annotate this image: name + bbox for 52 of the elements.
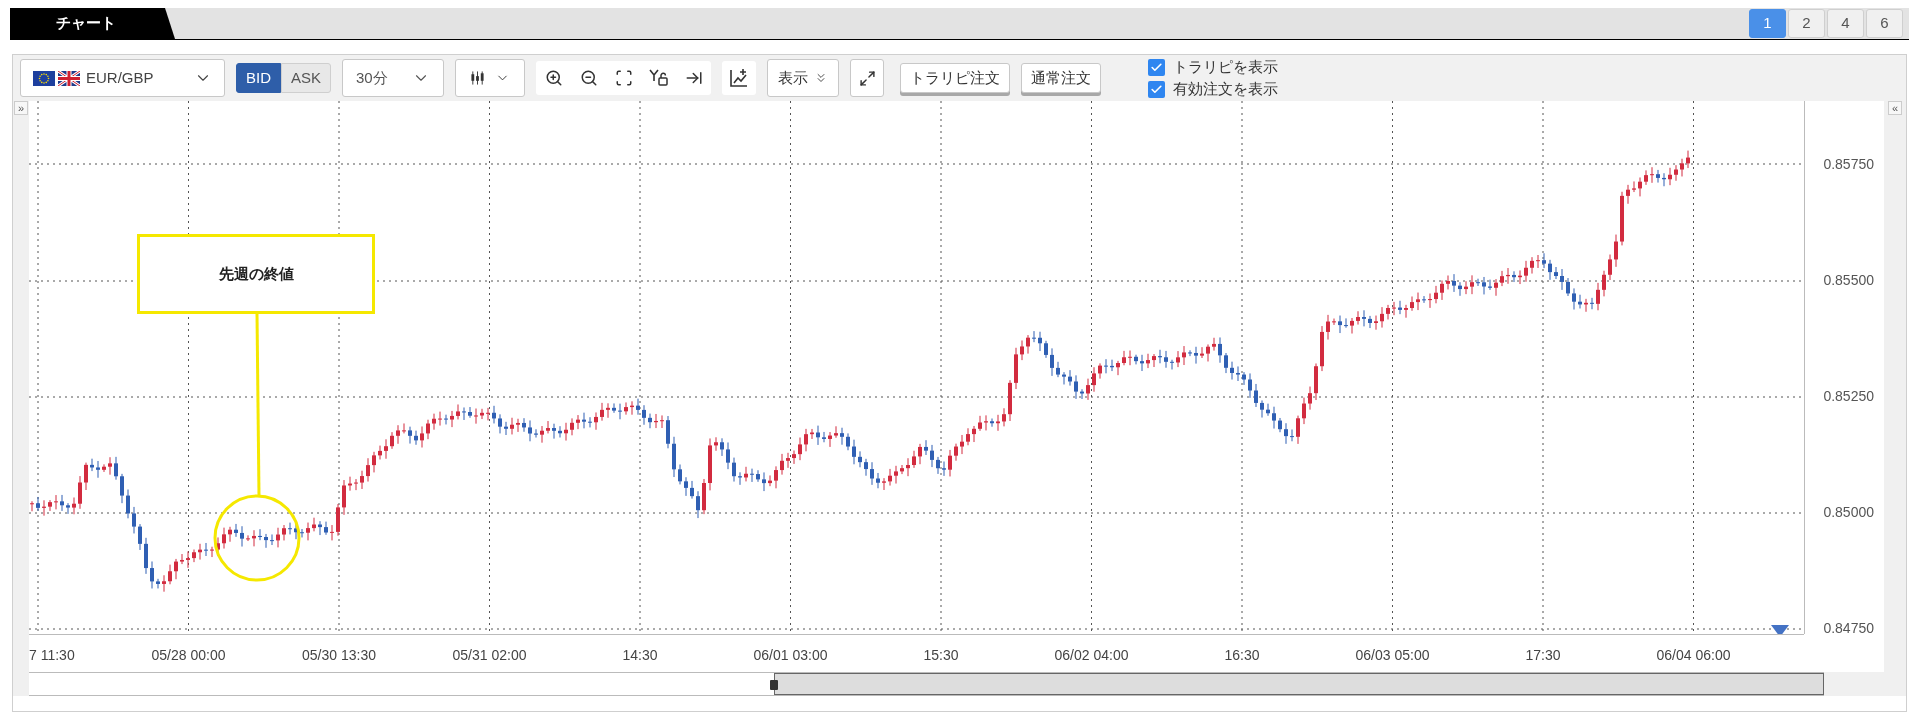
y-axis-lock-icon [648, 69, 669, 87]
checkbox[interactable] [1148, 58, 1166, 76]
price-label: 0.84750 [1823, 620, 1874, 636]
display-dropdown[interactable]: 表示 [767, 59, 840, 97]
grip-icon [770, 680, 778, 690]
chart-type-dropdown[interactable] [455, 59, 526, 97]
layout-button[interactable]: 2 [1788, 9, 1825, 38]
price-label: 0.85250 [1823, 388, 1874, 404]
arrow-right-to-line-icon [684, 69, 703, 87]
currency-pair-dropdown[interactable]: EUR/GBP [20, 59, 225, 97]
eu-flag-icon [33, 70, 55, 86]
price-label: 0.85500 [1823, 272, 1874, 288]
expand-icon [858, 69, 876, 87]
layout-button[interactable]: 4 [1827, 9, 1864, 38]
time-label: 05/30 13:30 [302, 647, 376, 663]
expand-right-button[interactable]: « [1888, 101, 1902, 115]
time-label: 7 11:30 [29, 647, 75, 663]
add-indicator-button[interactable] [722, 61, 757, 95]
time-label: 06/03 05:00 [1355, 647, 1430, 663]
time-label: 14:30 [622, 647, 658, 663]
fullscreen-button[interactable] [850, 59, 885, 97]
time-label: 17:30 [1525, 647, 1561, 663]
time-label: 15:30 [923, 647, 959, 663]
fit-screen-icon [614, 69, 633, 87]
checkbox[interactable] [1148, 80, 1166, 98]
checkbox-label: トラリピを表示 [1173, 58, 1279, 76]
expand-left-button[interactable]: » [14, 101, 28, 115]
price-side-toggle[interactable]: ASK [281, 63, 332, 93]
time-label: 06/01 03:00 [753, 647, 828, 663]
price-side-toggle[interactable]: BID [236, 63, 281, 93]
uk-flag-icon [58, 70, 80, 86]
zoom-in-icon [544, 69, 563, 87]
price-label: 0.85000 [1823, 504, 1874, 520]
layout-button[interactable]: 6 [1866, 9, 1903, 38]
zoom-out-icon [579, 69, 598, 87]
time-label: 06/02 04:00 [1054, 647, 1129, 663]
triangle-marker-icon [1771, 625, 1789, 634]
order-button[interactable]: トラリピ注文 [900, 63, 1011, 93]
time-label: 06/04 06:00 [1656, 647, 1731, 663]
time-label: 05/31 02:00 [452, 647, 527, 663]
price-label: 0.85750 [1823, 156, 1874, 172]
time-label: 05/28 00:00 [151, 647, 226, 663]
check-icon [1150, 82, 1164, 96]
annotation-box: 先週の終値 [137, 234, 375, 314]
chart-tab[interactable]: チャート [10, 8, 175, 39]
checkbox-label: 有効注文を表示 [1173, 80, 1279, 98]
chart-add-icon [729, 68, 750, 88]
time-label: 16:30 [1224, 647, 1260, 663]
check-icon [1150, 60, 1164, 74]
timeframe-dropdown[interactable]: 30分 [342, 59, 445, 97]
candlestick-icon [470, 70, 486, 86]
order-button[interactable]: 通常注文 [1021, 63, 1102, 93]
